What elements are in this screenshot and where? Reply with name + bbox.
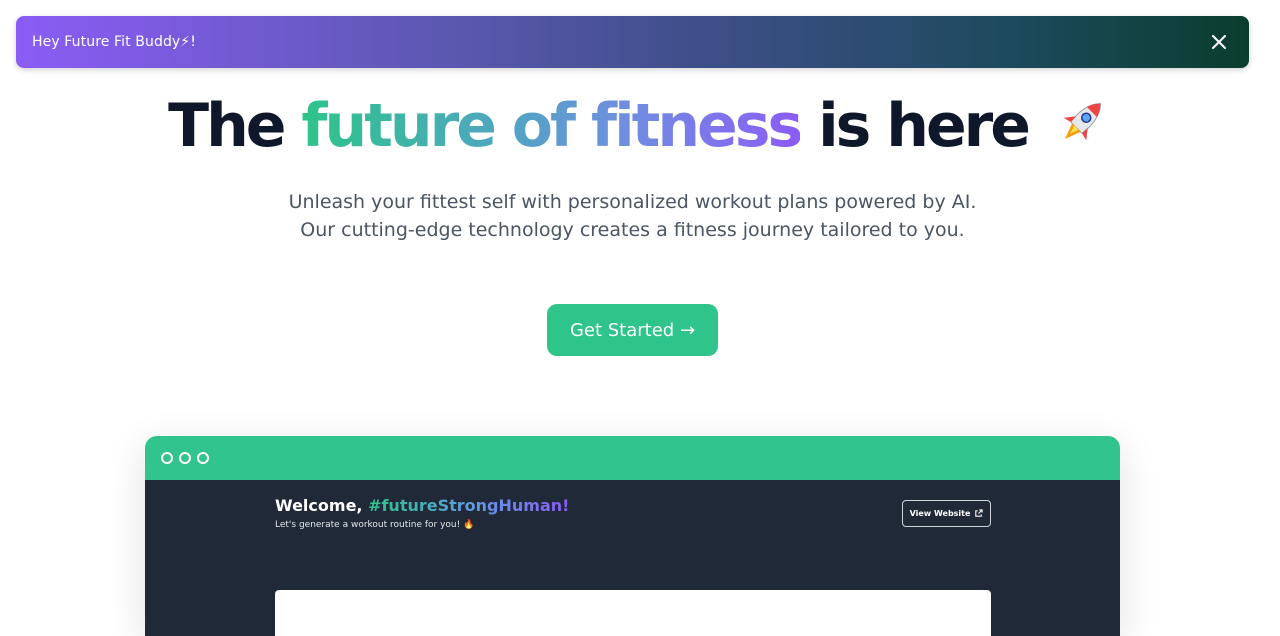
rocket-icon xyxy=(1052,92,1112,170)
window-titlebar xyxy=(145,436,1120,480)
window-dot-icon xyxy=(179,452,191,464)
hero-title: The future of fitness is here xyxy=(0,88,1280,170)
banner-text: Hey Future Fit Buddy⚡! xyxy=(32,34,196,50)
hero-title-highlight: future of fitness xyxy=(301,91,803,161)
close-icon xyxy=(1212,35,1226,49)
close-banner-button[interactable] xyxy=(1205,28,1233,56)
view-website-label: View Website xyxy=(909,509,971,518)
window-dot-icon xyxy=(197,452,209,464)
hero-subtitle: Unleash your fittest self with personali… xyxy=(288,191,977,241)
announcement-banner: Hey Future Fit Buddy⚡! xyxy=(16,16,1249,68)
window-dot-icon xyxy=(161,452,173,464)
preview-welcome-heading: Welcome, #futureStrongHuman! xyxy=(275,496,569,515)
view-website-button[interactable]: View Website xyxy=(902,500,991,527)
hero-title-part1: The xyxy=(168,91,302,161)
hero-title-part2: is here xyxy=(800,91,1031,161)
welcome-prefix: Welcome, xyxy=(275,496,369,515)
get-started-button[interactable]: Get Started → xyxy=(547,304,718,356)
preview-input-card xyxy=(275,590,991,636)
preview-body: Welcome, #futureStrongHuman! Let's gener… xyxy=(145,480,1120,636)
external-link-icon xyxy=(975,509,984,517)
preview-welcome-subtitle: Let's generate a workout routine for you… xyxy=(275,520,475,530)
app-preview-window: Welcome, #futureStrongHuman! Let's gener… xyxy=(145,436,1120,636)
welcome-tag: #futureStrongHuman! xyxy=(368,496,570,515)
